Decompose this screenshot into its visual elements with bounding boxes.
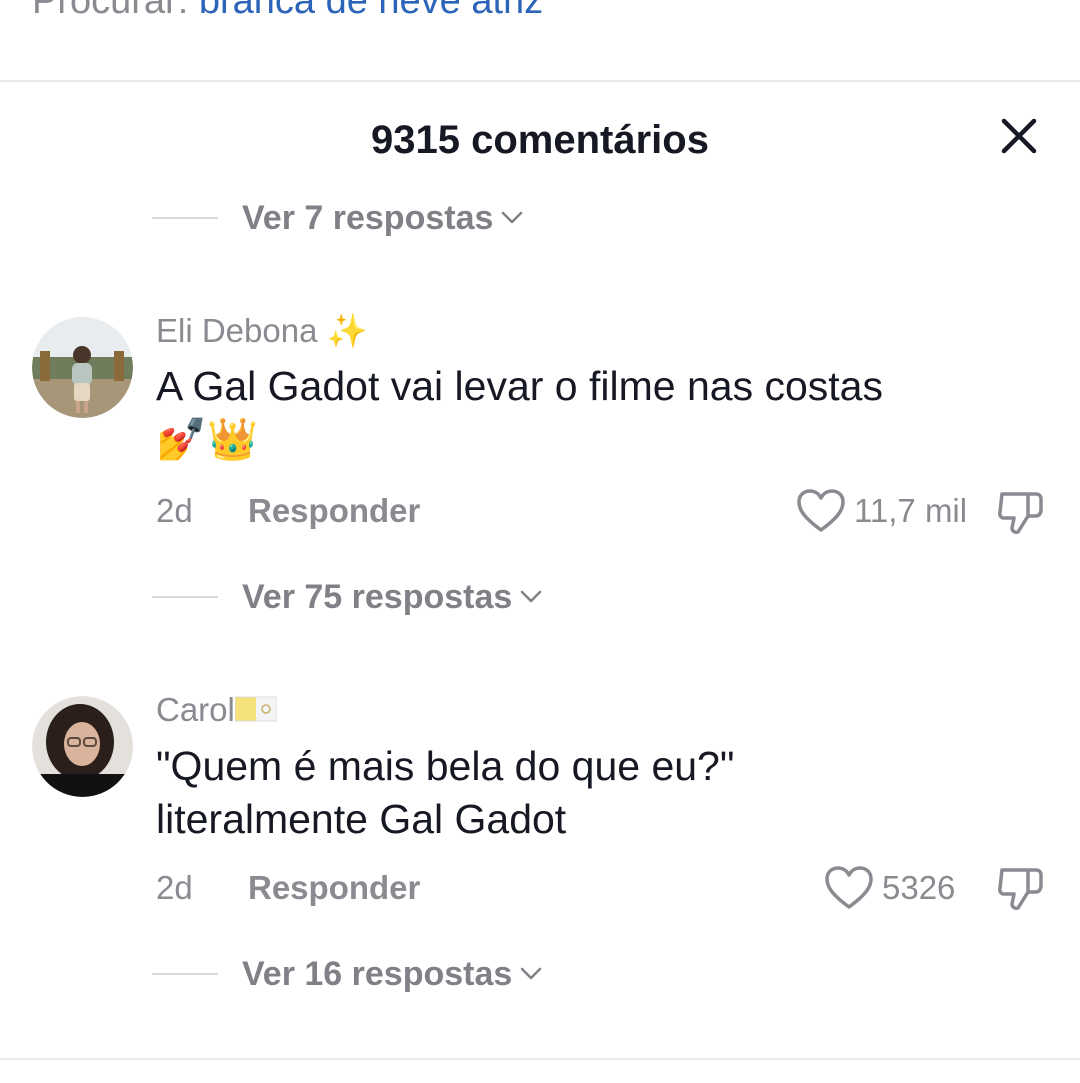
chevron-down-icon — [521, 590, 542, 603]
like-button[interactable] — [824, 865, 874, 911]
search-prefix: Procurar: — [32, 0, 189, 22]
search-suggestion-bar[interactable]: Procurar: branca de neve atriz — [0, 0, 1080, 82]
comments-count-title: 9315 comentários — [371, 118, 709, 162]
comment-text-line: "Quem é mais bela do que eu?" — [156, 743, 735, 789]
reply-button[interactable]: Responder — [248, 490, 420, 532]
username-text: Eli Debona — [156, 312, 318, 349]
heart-icon — [825, 866, 873, 909]
comment-date: 2d — [156, 492, 193, 529]
like-count: 5326 — [882, 869, 956, 906]
comment-text-line: literalmente Gal Gadot — [156, 796, 567, 842]
comment-date: 2d — [156, 869, 193, 906]
chevron-down-icon — [502, 211, 523, 224]
like-count: 11,7 mil — [854, 492, 968, 529]
search-suggestion[interactable]: Procurar: branca de neve atriz — [32, 0, 543, 24]
replies-divider — [152, 596, 218, 598]
dislike-button[interactable] — [996, 864, 1046, 914]
dislike-button[interactable] — [996, 488, 1046, 538]
close-button[interactable] — [994, 111, 1044, 161]
thumbs-down-icon — [998, 868, 1043, 910]
comment-text-line: A Gal Gadot vai levar o filme nas costas — [156, 363, 883, 409]
replies-divider — [152, 217, 218, 219]
view-replies-button[interactable]: Ver 75 respostas — [0, 572, 1080, 622]
search-query-link[interactable]: branca de neve atriz — [199, 0, 543, 22]
comment-text: "Quem é mais bela do que eu?" literalmen… — [156, 740, 1036, 846]
view-replies-label: Ver 16 respostas — [242, 955, 513, 993]
thumbs-down-icon — [998, 492, 1043, 534]
view-replies-button[interactable]: Ver 16 respostas — [0, 949, 1080, 999]
like-group: 5326 — [824, 865, 974, 915]
heart-icon — [797, 489, 845, 532]
comment-username[interactable]: Carol — [156, 689, 278, 731]
view-replies-button[interactable]: Ver 7 respostas — [0, 193, 1080, 243]
nail-polish-crown-icon: 💅👑 — [156, 416, 259, 462]
avatar[interactable] — [32, 696, 133, 797]
chevron-down-icon — [521, 967, 542, 980]
view-replies-label: Ver 75 respostas — [242, 578, 513, 616]
replies-divider — [152, 973, 218, 975]
avatar[interactable] — [32, 317, 133, 418]
like-group: 11,7 mil — [796, 488, 976, 538]
bottom-divider — [0, 1058, 1080, 1060]
reply-button[interactable]: Responder — [248, 867, 420, 909]
username-text: Carol — [156, 691, 235, 728]
comment-username[interactable]: Eli Debona ✨ — [156, 310, 368, 352]
close-icon — [1001, 118, 1037, 154]
view-replies-label: Ver 7 respostas — [242, 199, 494, 237]
flag-icon — [234, 696, 278, 722]
sparkles-icon: ✨ — [326, 312, 368, 349]
comments-sheet: Procurar: branca de neve atriz 9315 come… — [0, 0, 1080, 1083]
comment-text: A Gal Gadot vai levar o filme nas costas… — [156, 360, 1036, 466]
like-button[interactable] — [796, 488, 846, 534]
